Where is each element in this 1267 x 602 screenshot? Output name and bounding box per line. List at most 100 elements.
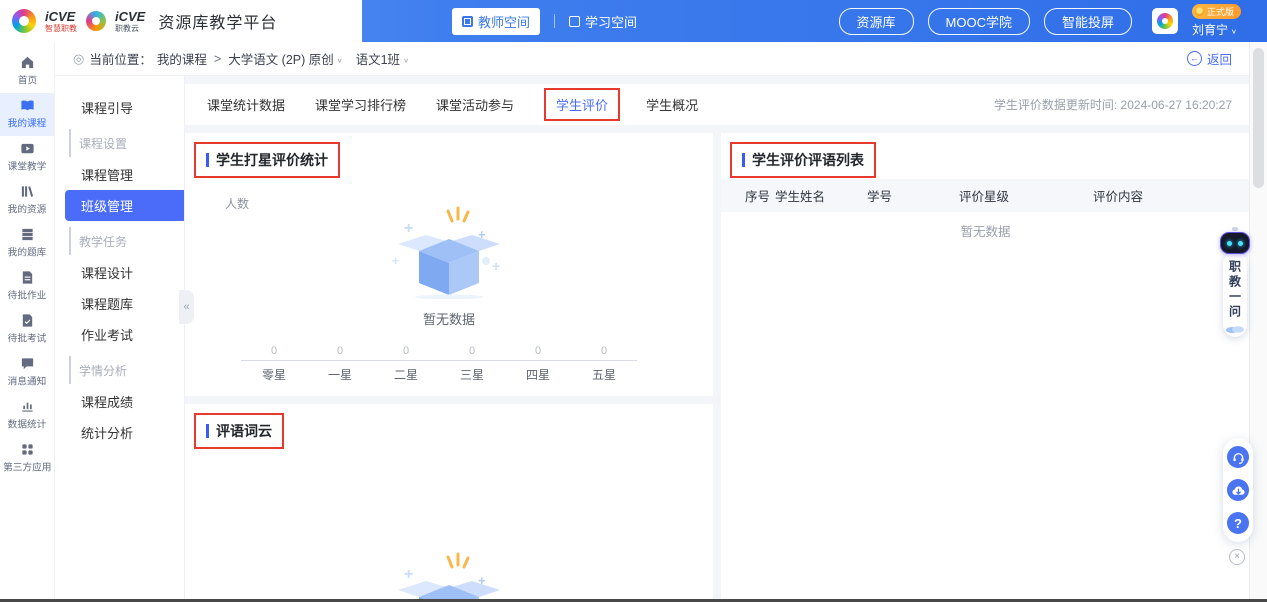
robot-antenna-icon: [1232, 227, 1238, 231]
word-cloud-title-annotation: 评语词云: [194, 413, 284, 449]
breadcrumb-separator: >: [214, 52, 221, 66]
evaluation-comments-panel: 学生评价评语列表 序号 学生姓名 学号 评价星级 评价内容 暂无数据: [721, 133, 1250, 599]
back-button[interactable]: 返回: [1187, 49, 1232, 68]
avatar-logo-icon: [1157, 13, 1173, 29]
sidebar-item-class-management[interactable]: 班级管理: [65, 190, 184, 221]
rail-item-notifications[interactable]: 消息通知: [0, 351, 54, 394]
title-marker-bar: [742, 153, 745, 167]
logo-primary-name: iCVE: [45, 10, 77, 23]
rail-label: 待批考试: [8, 332, 47, 346]
rail-item-exam-review[interactable]: 待批考试: [0, 308, 54, 351]
platform-title: 资源库教学平台: [158, 9, 277, 33]
customer-service-button[interactable]: [1227, 446, 1249, 468]
tab-student-evaluation[interactable]: 学生评价: [544, 88, 620, 121]
axis-value: 0: [241, 345, 307, 360]
sidebar-section-learning-analysis: 学情分析: [69, 356, 184, 384]
rail-item-homework-review[interactable]: 待批作业: [0, 265, 54, 308]
user-menu[interactable]: 正式版 刘育宁: [1192, 4, 1241, 38]
version-badge-label: 正式版: [1207, 5, 1234, 18]
rail-item-classroom-teaching[interactable]: 课堂教学: [0, 136, 54, 179]
rail-item-statistics[interactable]: 数据统计: [0, 394, 54, 437]
zhijiaoyun-logo-text: iCVE 职教云: [115, 10, 145, 33]
empty-box-illustration: + + + +: [374, 199, 524, 302]
axis-label: 二星: [373, 361, 439, 383]
robot-face-icon: [1220, 232, 1250, 254]
location-icon: [73, 51, 84, 67]
comments-title-annotation: 学生评价评语列表: [730, 142, 876, 178]
column-header-student-name: 学生姓名: [775, 186, 867, 205]
logo-primary-sub: 智慧职教: [45, 25, 77, 33]
sidebar-section-course-settings: 课程设置: [69, 129, 184, 157]
homework-doc-icon: [20, 270, 35, 285]
sidebar-item-course-design[interactable]: 课程设计: [55, 257, 184, 288]
class-dropdown[interactable]: 语文1班: [356, 49, 409, 68]
help-button[interactable]: ?: [1227, 512, 1249, 534]
column-header-comment-content: 评价内容: [1093, 186, 1250, 205]
axis-labels-row: 零星 一星 二星 三星 四星 五星: [241, 361, 637, 383]
sidebar-item-course-management[interactable]: 课程管理: [55, 159, 184, 190]
tab-class-statistics[interactable]: 课堂统计数据: [207, 95, 285, 114]
star-panel-title: 学生打星评价统计: [216, 150, 328, 170]
student-space-icon: [569, 16, 580, 27]
word-cloud-title: 评语词云: [216, 421, 272, 441]
nav-teacher-space[interactable]: 教师空间: [452, 8, 540, 35]
tab-student-overview[interactable]: 学生概况: [646, 95, 698, 114]
axis-label: 三星: [439, 361, 505, 383]
home-icon: [20, 55, 35, 70]
message-icon: [20, 356, 35, 371]
assistant-label-pill: 职教一问: [1223, 252, 1247, 337]
stack-icon: [20, 227, 35, 242]
svg-text:+: +: [392, 254, 399, 268]
header-nav: 教师空间 学习空间: [452, 0, 637, 42]
username-label: 刘育宁: [1192, 21, 1228, 38]
sidebar-item-course-grades[interactable]: 课程成绩: [55, 386, 184, 417]
header-logo-area: iCVE 智慧职教 iCVE 职教云 资源库教学平台: [0, 0, 362, 42]
nav-student-space[interactable]: 学习空间: [569, 12, 637, 31]
axis-value: 0: [505, 345, 571, 360]
comments-panel-title: 学生评价评语列表: [752, 150, 864, 170]
resource-library-button[interactable]: 资源库: [839, 8, 914, 35]
column-header-index: 序号: [745, 186, 775, 205]
course-sidebar: 课程引导 课程设置 课程管理 班级管理 教学任务 课程设计 课程题库 作业考试 …: [55, 76, 185, 599]
back-arrow-icon: [1187, 51, 1202, 66]
user-avatar[interactable]: [1152, 8, 1178, 34]
rail-label: 我的资源: [8, 203, 47, 217]
download-button[interactable]: [1227, 479, 1249, 501]
sidebar-item-statistical-analysis[interactable]: 统计分析: [55, 417, 184, 448]
rail-item-my-courses[interactable]: 我的课程: [0, 93, 54, 136]
smart-cast-button[interactable]: 智能投屏: [1044, 8, 1132, 35]
sidebar-item-homework-exam[interactable]: 作业考试: [55, 319, 184, 350]
apps-grid-icon: [20, 442, 35, 457]
svg-text:+: +: [404, 220, 413, 237]
mooc-college-button[interactable]: MOOC学院: [928, 8, 1030, 35]
sidebar-item-course-guide[interactable]: 课程引导: [55, 92, 184, 123]
ai-assistant-widget[interactable]: 职教一问: [1220, 227, 1250, 337]
back-label: 返回: [1207, 49, 1232, 68]
scrollbar-thumb[interactable]: [1253, 48, 1264, 188]
data-update-time: 学生评价数据更新时间: 2024-06-27 16:20:27: [994, 96, 1232, 113]
app-window: iCVE 智慧职教 iCVE 职教云 资源库教学平台 教师空间 学习空间 资源库: [0, 0, 1267, 602]
rail-item-third-party-apps[interactable]: 第三方应用: [0, 437, 54, 480]
tab-activity-participation[interactable]: 课堂活动参与: [436, 95, 514, 114]
breadcrumb-root[interactable]: 我的课程: [157, 49, 207, 68]
class-name: 语文1班: [356, 49, 400, 68]
zhijiaoyun-flower-logo-icon: [86, 11, 106, 31]
star-panel-title-annotation: 学生打星评价统计: [194, 142, 340, 178]
tab-learning-ranking[interactable]: 课堂学习排行榜: [315, 95, 406, 114]
axis-value: 0: [571, 345, 637, 360]
star-rating-stats-panel: 学生打星评价统计 人数 + + + + 暂无数据 0 0: [185, 133, 713, 396]
rail-label: 第三方应用: [3, 461, 51, 475]
close-toolbar-icon[interactable]: [1229, 549, 1245, 565]
course-dropdown[interactable]: 大学语文 (2P) 原创: [228, 49, 342, 68]
icve-swirl-logo-icon: [12, 9, 36, 33]
sidebar-item-course-question-bank[interactable]: 课程题库: [55, 288, 184, 319]
column-header-star-rating: 评价星级: [959, 186, 1093, 205]
cloud-icon: [1225, 324, 1245, 333]
rail-item-question-bank[interactable]: 我的题库: [0, 222, 54, 265]
rail-item-home[interactable]: 首页: [0, 50, 54, 93]
rail-item-my-resources[interactable]: 我的资源: [0, 179, 54, 222]
assistant-label: 职教一问: [1227, 260, 1244, 320]
username: 刘育宁: [1192, 21, 1237, 38]
sidebar-collapse-handle[interactable]: [179, 290, 194, 324]
star-chart-empty-text: 暂无数据: [185, 309, 713, 328]
